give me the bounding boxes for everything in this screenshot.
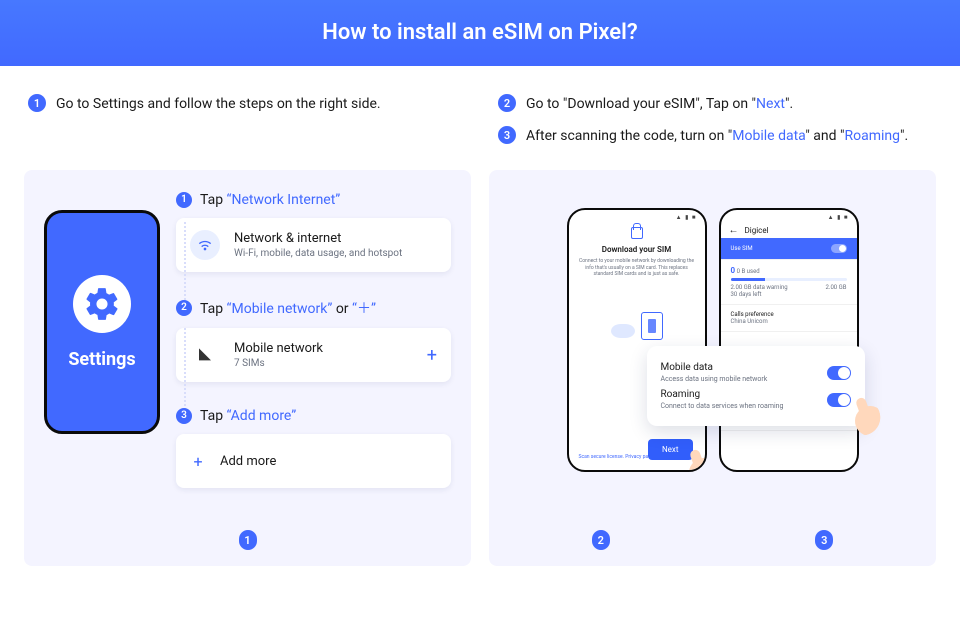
next-button[interactable]: Next bbox=[648, 439, 693, 460]
mobile-data-link: Mobile data bbox=[732, 128, 805, 144]
used-value: 0 bbox=[731, 266, 736, 275]
tile-title: Mobile network bbox=[234, 341, 323, 356]
step-badge: 1 bbox=[176, 192, 192, 208]
download-title: Download your SIM bbox=[569, 245, 705, 254]
plus-icon[interactable]: + bbox=[427, 345, 437, 366]
network-internet-tile[interactable]: Network & internet Wi-Fi, mobile, data u… bbox=[176, 218, 451, 272]
step-badge: 2 bbox=[176, 300, 192, 316]
use-sim-row[interactable]: Use SIM bbox=[721, 238, 857, 260]
step-badge: 3 bbox=[815, 530, 833, 550]
roaming-toggle[interactable] bbox=[827, 393, 851, 407]
roaming-sub: Connect to data services when roaming bbox=[661, 402, 784, 410]
signal-icon bbox=[190, 340, 220, 370]
days-left: 30 days left bbox=[731, 291, 762, 298]
wifi-icon bbox=[190, 230, 220, 260]
status-icons: ▲ ▮ ■ bbox=[828, 214, 849, 221]
calls-pref-row[interactable]: Calls preference China Unicom bbox=[721, 305, 857, 332]
qr-icon bbox=[641, 312, 663, 340]
step-badge: 1 bbox=[239, 530, 257, 550]
step-badge: 1 bbox=[28, 94, 46, 112]
intro-right-line: Go to "Download your eSIM", Tap on "Next… bbox=[526, 94, 793, 114]
data-limit: 2.00 GB bbox=[825, 284, 846, 291]
settings-phone-mock: Settings bbox=[44, 210, 160, 434]
intro-right-line: After scanning the code, turn on "Mobile… bbox=[526, 126, 908, 146]
step-caption: Tap “Add more” bbox=[200, 408, 296, 424]
gear-icon bbox=[73, 275, 131, 333]
left-panel: Settings 1 Tap “Network Internet” bbox=[24, 170, 471, 566]
step-caption: Tap “Mobile network” or “＋” bbox=[200, 298, 376, 318]
step-badge: 2 bbox=[498, 94, 516, 112]
step-badge: 3 bbox=[498, 126, 516, 144]
mobile-data-sub: Access data using mobile network bbox=[661, 375, 768, 383]
back-icon[interactable]: ← bbox=[729, 225, 739, 236]
step-2: 2 Tap “Mobile network” or “＋” Mobile net… bbox=[176, 298, 451, 382]
step-3: 3 Tap “Add more” + Add more bbox=[176, 408, 451, 488]
add-more-tile[interactable]: + Add more bbox=[176, 434, 451, 488]
step-caption: Tap “Network Internet” bbox=[200, 192, 340, 208]
download-sub: Connect to your mobile network by downlo… bbox=[569, 258, 705, 278]
intro-right: 2 Go to "Download your eSIM", Tap on "Ne… bbox=[498, 94, 932, 158]
mobile-data-toggle[interactable] bbox=[827, 366, 851, 380]
tile-title: Add more bbox=[220, 454, 276, 469]
toggle-on-icon[interactable] bbox=[831, 244, 847, 253]
carrier-title: Digicel bbox=[745, 226, 769, 235]
data-warning: 2.00 GB data warning bbox=[731, 284, 788, 291]
right-panel: ▲ ▮ ■ Download your SIM Connect to your … bbox=[489, 170, 936, 566]
roaming-link: Roaming bbox=[844, 128, 900, 144]
settings-label: Settings bbox=[68, 349, 135, 370]
intro-left: 1 Go to Settings and follow the steps on… bbox=[28, 94, 462, 158]
mobile-network-tile[interactable]: Mobile network 7 SIMs + bbox=[176, 328, 451, 382]
step-badge: 3 bbox=[176, 408, 192, 424]
toggle-popup: Mobile data Access data using mobile net… bbox=[647, 346, 865, 426]
roaming-title: Roaming bbox=[661, 389, 701, 400]
intro-left-text: Go to Settings and follow the steps on t… bbox=[56, 94, 381, 114]
intro-row: 1 Go to Settings and follow the steps on… bbox=[0, 66, 960, 170]
download-footer: Scan secure license. Privacy path bbox=[579, 454, 653, 460]
step-badge: 2 bbox=[592, 530, 610, 550]
digicel-phone: ▲ ▮ ■ ← Digicel Use SIM 0 0 B used 2.00 … bbox=[719, 208, 859, 472]
used-label: 0 B used bbox=[737, 268, 760, 275]
status-icons: ▲ ▮ ■ bbox=[676, 214, 697, 221]
tile-sub: 7 SIMs bbox=[234, 358, 323, 369]
tile-sub: Wi-Fi, mobile, data usage, and hotspot bbox=[234, 248, 402, 259]
download-illustration bbox=[597, 306, 677, 346]
step-1: 1 Tap “Network Internet” Network & inter… bbox=[176, 192, 451, 272]
mobile-data-title: Mobile data bbox=[661, 362, 714, 373]
digicel-wrap: ▲ ▮ ■ ← Digicel Use SIM 0 0 B used 2.00 … bbox=[719, 208, 859, 472]
next-link: Next bbox=[756, 96, 785, 112]
tile-title: Network & internet bbox=[234, 231, 402, 246]
download-sim-phone: ▲ ▮ ■ Download your SIM Connect to your … bbox=[567, 208, 707, 472]
panel-step-marker: 1 bbox=[24, 530, 471, 550]
lock-icon bbox=[631, 227, 643, 239]
page-title: How to install an eSIM on Pixel? bbox=[0, 0, 960, 66]
plus-icon: + bbox=[190, 446, 206, 476]
panel-step-markers: 2 3 bbox=[489, 530, 936, 550]
